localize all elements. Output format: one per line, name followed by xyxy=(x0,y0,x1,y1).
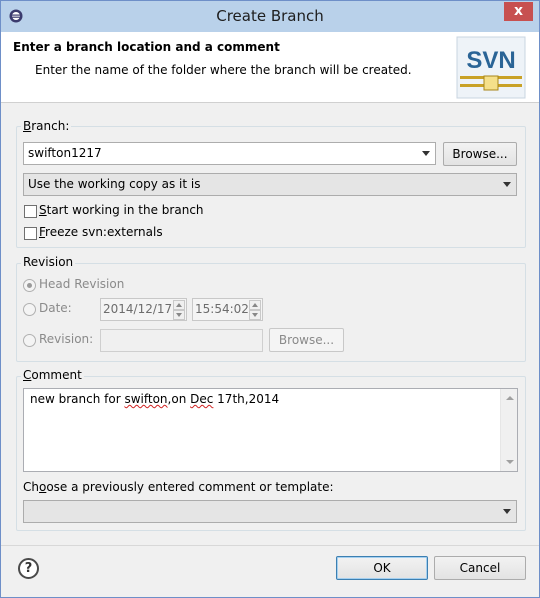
date-radio[interactable] xyxy=(23,303,36,316)
help-icon[interactable]: ? xyxy=(18,558,39,579)
time-up-icon[interactable] xyxy=(249,300,261,310)
copy-source-value: Use the working copy as it is xyxy=(28,177,201,191)
head-revision-radio[interactable] xyxy=(23,279,36,292)
comment-scrollbar[interactable] xyxy=(500,389,517,471)
cancel-button[interactable]: Cancel xyxy=(434,556,526,580)
date-label[interactable]: Date: xyxy=(39,301,72,315)
revision-radio[interactable] xyxy=(23,334,36,347)
dialog-header: Enter a branch location and a comment En… xyxy=(1,32,539,103)
close-button[interactable]: x xyxy=(504,2,533,21)
header-description: Enter the name of the folder where the b… xyxy=(35,63,412,77)
ok-button[interactable]: OK xyxy=(336,556,428,580)
comment-text: new branch for swifton,on Dec 17th,2014 xyxy=(30,392,280,406)
revision-browse-button[interactable]: Browse... xyxy=(269,328,344,352)
branch-location-combo[interactable]: swifton1217 xyxy=(23,142,436,165)
comment-group-label: Comment xyxy=(21,368,84,382)
close-icon: x xyxy=(513,3,524,19)
head-revision-label[interactable]: Head Revision xyxy=(39,277,124,291)
svn-logo: SVN xyxy=(456,36,526,99)
date-up-icon[interactable] xyxy=(173,300,185,310)
template-label: Choose a previously entered comment or t… xyxy=(23,480,334,494)
comment-textarea[interactable]: new branch for swifton,on Dec 17th,2014 xyxy=(23,388,518,472)
freeze-externals-label[interactable]: Freeze svn:externals xyxy=(39,225,163,239)
revision-label[interactable]: Revision: xyxy=(39,332,93,346)
time-value: 15:54:02 xyxy=(195,302,249,316)
footer-divider xyxy=(1,545,539,546)
template-select[interactable] xyxy=(23,500,517,523)
branch-browse-button[interactable]: Browse... xyxy=(443,142,517,166)
scroll-up-icon[interactable] xyxy=(506,396,514,400)
scroll-down-icon[interactable] xyxy=(506,460,514,464)
date-picker[interactable]: 2014/12/17 xyxy=(100,298,187,321)
copy-source-select[interactable]: Use the working copy as it is xyxy=(23,173,517,196)
title-bar: Create Branch x xyxy=(1,1,539,32)
time-picker[interactable]: 15:54:02 xyxy=(192,298,263,321)
date-down-icon[interactable] xyxy=(173,310,185,320)
window-title: Create Branch xyxy=(216,7,324,25)
chevron-down-icon xyxy=(422,151,430,156)
time-down-icon[interactable] xyxy=(249,310,261,320)
start-working-label[interactable]: Start working in the branch xyxy=(39,203,204,217)
chevron-down-icon xyxy=(503,182,511,187)
svn-logo-text: SVN xyxy=(466,47,515,74)
header-title: Enter a branch location and a comment xyxy=(13,40,280,54)
revision-number-input[interactable] xyxy=(100,329,263,352)
chevron-down-icon xyxy=(503,509,511,514)
create-branch-dialog: Create Branch x Enter a branch location … xyxy=(0,0,540,598)
start-working-checkbox[interactable] xyxy=(24,205,37,218)
branch-group-label: Branch: xyxy=(21,119,72,133)
branch-location-value: swifton1217 xyxy=(28,146,102,160)
freeze-externals-checkbox[interactable] xyxy=(24,227,37,240)
date-value: 2014/12/17 xyxy=(103,302,173,316)
revision-group-label: Revision xyxy=(21,255,76,269)
